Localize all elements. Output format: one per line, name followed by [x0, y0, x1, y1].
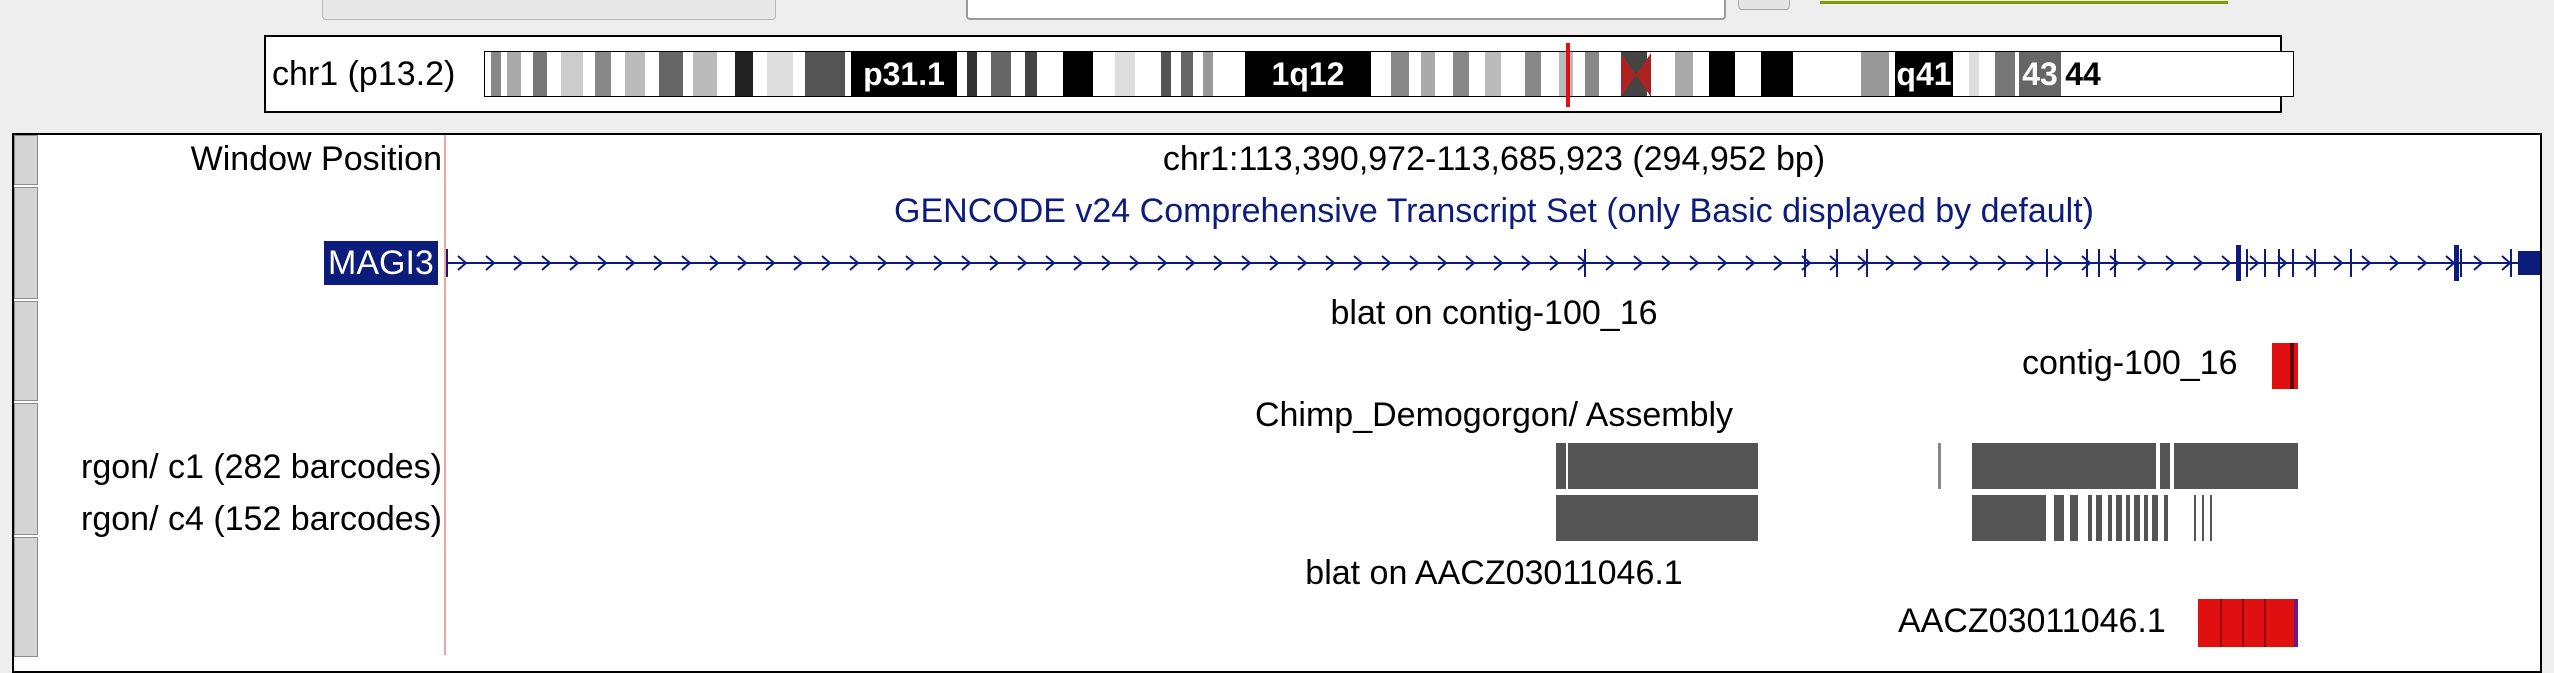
track-image-panel[interactable]: Window Position chr1:113,390,972-113,685…: [12, 133, 2542, 673]
band-label-43: 43: [2022, 56, 2058, 92]
chromosome-ideogram[interactable]: chr1 (p13.2) p31.1 1q12 q41 43 44: [264, 35, 2294, 113]
centromere-icon: [1621, 53, 1651, 97]
blat1-hit-block: [2272, 343, 2298, 389]
position-search-input[interactable]: [966, 0, 1726, 20]
c1-block: [1938, 443, 1941, 489]
current-position-marker: [1566, 43, 1570, 107]
c1-block: [1972, 443, 2298, 489]
top-toolbar: [0, 0, 2554, 22]
go-button[interactable]: [1738, 0, 1790, 10]
c1-block: [1556, 443, 1758, 489]
ideogram-label: chr1 (p13.2): [272, 55, 456, 93]
band-label-p31-1: p31.1: [863, 56, 945, 92]
blat2-hit-block: [2198, 599, 2298, 647]
toolbar-button[interactable]: [322, 0, 776, 20]
ideogram-bands[interactable]: p31.1 1q12 q41 43 44: [484, 51, 2294, 97]
alignment-blocks[interactable]: [14, 135, 2544, 655]
band-label-44: 44: [2065, 56, 2101, 92]
c4-block: [1556, 495, 1758, 541]
toolbar-link[interactable]: [1820, 0, 2228, 4]
band-label-q41: q41: [1896, 56, 1952, 92]
band-label-1q12: 1q12: [1271, 56, 1345, 92]
c4-block: [1972, 495, 2046, 541]
